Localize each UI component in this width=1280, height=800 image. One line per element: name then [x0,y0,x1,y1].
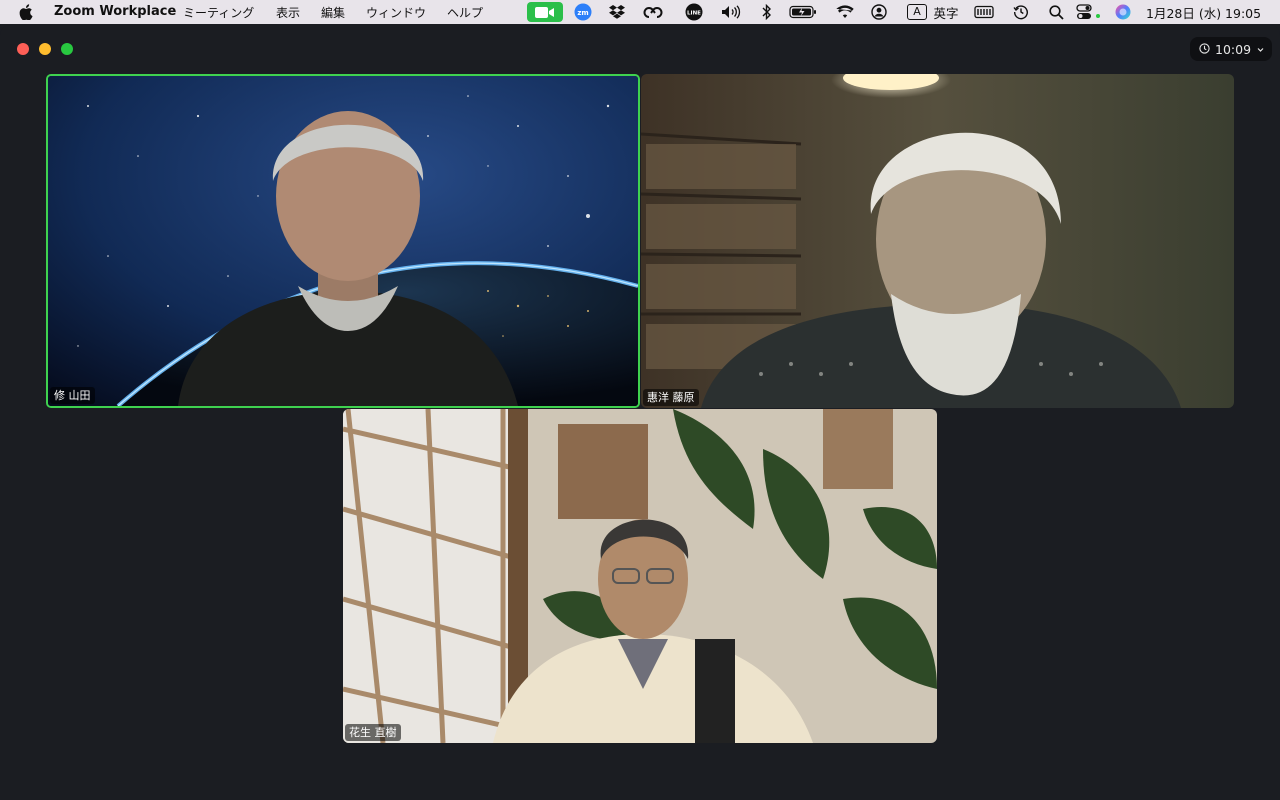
volume-icon[interactable] [720,2,742,22]
user-account-icon[interactable] [869,2,889,22]
menu-bar: Zoom Workplace ミーティング 表示 編集 ウィンドウ ヘルプ zm… [0,0,1280,24]
participant-name-label: 修 山田 [50,387,95,404]
line-icon[interactable]: LINE [683,2,705,22]
minimize-window-button[interactable] [39,43,51,55]
zoom-meeting-window: 10:09 修 山田 惠洋 藤原 花生 直樹 [0,25,1280,800]
participant-video-feed [343,409,937,743]
menu-edit[interactable]: 編集 [321,4,345,21]
fullscreen-window-button[interactable] [61,43,73,55]
menu-help[interactable]: ヘルプ [447,4,483,21]
input-mode-icon[interactable]: A [906,2,928,22]
input-mode-label[interactable]: 英字 [933,2,959,22]
wifi-icon[interactable] [834,2,856,22]
meeting-timer-value: 10:09 [1215,41,1252,57]
participant-video-feed [641,74,1234,408]
app-name-menu[interactable]: Zoom Workplace [54,4,176,19]
participant-video-tile[interactable]: 惠洋 藤原 [641,74,1234,408]
dropbox-icon[interactable] [606,2,628,22]
participant-name-label: 花生 直樹 [345,724,401,741]
creative-cloud-icon[interactable] [642,2,664,22]
svg-text:LINE: LINE [687,11,701,17]
bluetooth-icon[interactable] [759,2,775,22]
control-center-icon[interactable] [1075,2,1103,22]
zoom-app-icon[interactable]: zm [573,2,593,22]
participant-video-tile[interactable]: 花生 直樹 [343,409,937,743]
spotlight-search-icon[interactable] [1046,2,1066,22]
participant-video-space-background [48,76,638,406]
participant-name-label: 惠洋 藤原 [643,389,699,406]
chevron-down-icon [1256,42,1265,57]
battery-icon[interactable] [788,2,818,22]
zoom-camera-status-icon[interactable] [527,2,563,22]
time-machine-icon[interactable] [1011,2,1031,22]
meeting-timer[interactable]: 10:09 [1190,37,1272,61]
menubar-clock[interactable]: 1月28日 (水) 19:05 [1146,2,1264,22]
svg-text:zm: zm [577,9,588,17]
menu-window[interactable]: ウィンドウ [366,4,426,21]
input-mode-letter: A [907,4,927,20]
menu-meeting[interactable]: ミーティング [183,4,254,21]
siri-icon[interactable] [1113,2,1133,22]
apple-icon[interactable] [19,4,33,21]
clock-icon [1199,42,1210,57]
participant-video-tile-active-speaker[interactable]: 修 山田 [46,74,640,408]
menu-view[interactable]: 表示 [276,4,300,21]
keyboard-display-icon[interactable] [973,2,995,22]
close-window-button[interactable] [17,43,29,55]
